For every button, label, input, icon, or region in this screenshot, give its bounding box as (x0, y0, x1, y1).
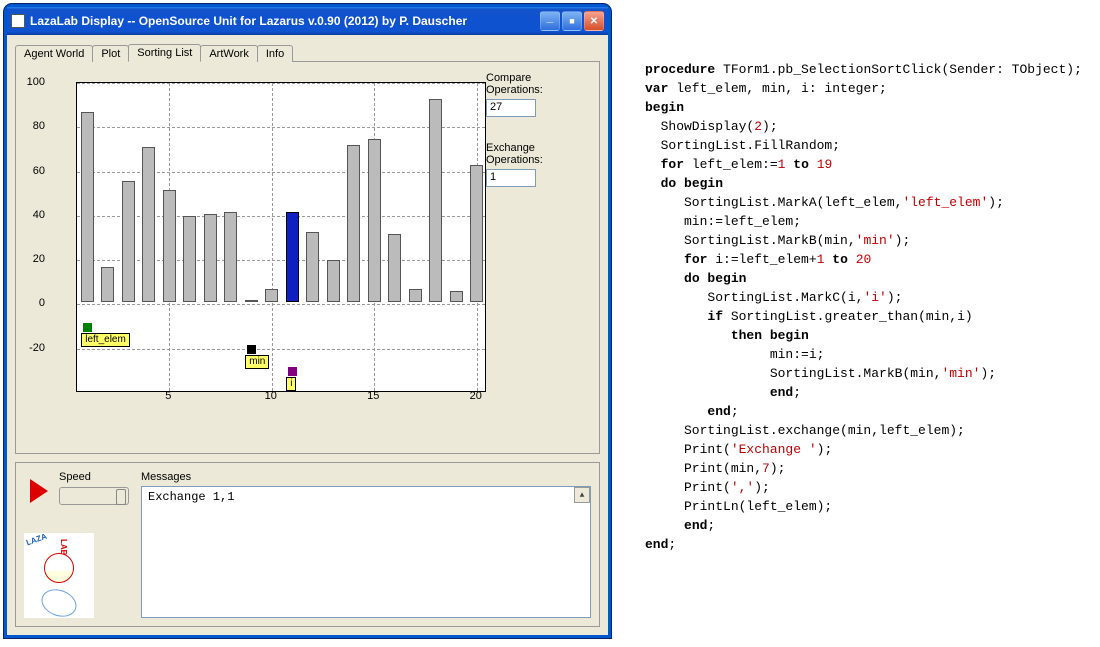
tab-strip: Agent WorldPlotSorting ListArtWorkInfo (15, 43, 600, 61)
chart: left_elemmini -200204060801005101520 (26, 72, 461, 422)
bar (81, 112, 94, 302)
minimize-button[interactable] (540, 11, 560, 31)
bar (245, 300, 258, 302)
bar (347, 145, 360, 302)
marker-tag: min (245, 355, 269, 369)
compare-label: Compare Operations: (486, 72, 589, 96)
app-icon (11, 14, 25, 28)
messages-box: Exchange 1,1 ▲ (141, 486, 591, 618)
y-tick: 100 (17, 76, 45, 88)
bar (183, 216, 196, 302)
y-tick: -20 (17, 342, 45, 354)
tab-panel-sorting: left_elemmin i -20 0 20 40 60 80 100 5 10 15 20 Com… (15, 61, 600, 454)
marker-dot (288, 367, 297, 376)
marker-tag: i (286, 377, 296, 391)
window-title: LazaLab Display -- OpenSource Unit for L… (30, 14, 540, 28)
y-tick: 40 (17, 209, 45, 221)
x-tick: 10 (265, 390, 277, 402)
logo: LAZALAB (24, 533, 94, 618)
exchange-value: 1 (486, 169, 536, 187)
x-tick: 5 (165, 390, 171, 402)
bar (327, 260, 340, 302)
titlebar[interactable]: LazaLab Display -- OpenSource Unit for L… (7, 7, 608, 35)
marker-dot (247, 345, 256, 354)
tab-plot[interactable]: Plot (92, 45, 129, 62)
x-tick: 15 (367, 390, 379, 402)
bottom-panel: Speed Messages Exchange 1,1 ▲ LAZALAB (15, 462, 600, 627)
bar (101, 267, 114, 302)
bar (204, 214, 217, 303)
marker-tag: left_elem (81, 333, 130, 347)
bar (450, 291, 463, 302)
bar (388, 234, 401, 303)
bar (142, 147, 155, 302)
messages-label: Messages (141, 471, 591, 483)
app-window: LazaLab Display -- OpenSource Unit for L… (4, 4, 611, 638)
speed-slider[interactable] (59, 487, 129, 505)
speed-label: Speed (59, 471, 129, 483)
bar (409, 289, 422, 302)
bar (429, 99, 442, 303)
bar (286, 212, 299, 303)
y-tick: 20 (17, 253, 45, 265)
play-button[interactable] (30, 479, 48, 503)
plot-area: left_elemmin i (76, 82, 486, 392)
exchange-label: Exchange Operations: (486, 142, 589, 166)
close-button[interactable] (584, 11, 604, 31)
source-code: procedure TForm1.pb_SelectionSortClick(S… (615, 0, 1100, 647)
tab-agent-world[interactable]: Agent World (15, 45, 93, 62)
bar (224, 212, 237, 303)
bar (122, 181, 135, 303)
y-tick: 80 (17, 120, 45, 132)
marker-dot (83, 323, 92, 332)
bar (265, 289, 278, 302)
bar (306, 232, 319, 303)
scroll-up-icon[interactable]: ▲ (574, 487, 590, 503)
tab-artwork[interactable]: ArtWork (200, 45, 258, 62)
x-tick: 20 (470, 390, 482, 402)
bar (470, 165, 483, 302)
y-tick: 60 (17, 165, 45, 177)
bar (163, 190, 176, 303)
tab-sorting-list[interactable]: Sorting List (128, 44, 201, 62)
messages-text: Exchange 1,1 (148, 490, 234, 504)
tab-info[interactable]: Info (257, 45, 293, 62)
bar (368, 139, 381, 303)
maximize-button[interactable] (562, 11, 582, 31)
client-area: Agent WorldPlotSorting ListArtWorkInfo l… (7, 35, 608, 635)
compare-value: 27 (486, 99, 536, 117)
y-tick: 0 (17, 297, 45, 309)
